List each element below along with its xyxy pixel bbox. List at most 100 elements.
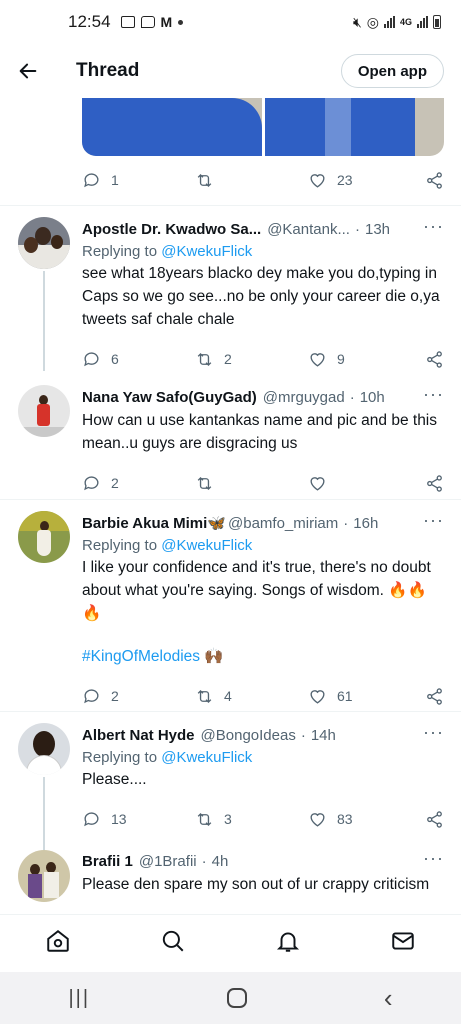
share-button[interactable] <box>425 810 444 829</box>
reply-button[interactable]: 6 <box>82 350 195 369</box>
avatar[interactable] <box>18 850 70 902</box>
retweet-icon <box>197 689 212 703</box>
more-options-icon[interactable]: ··· <box>423 217 444 235</box>
home-button[interactable] <box>45 928 71 959</box>
notifications-button[interactable] <box>275 928 301 959</box>
tweet-actions: 13 3 83 <box>82 805 444 833</box>
system-home-button[interactable] <box>226 988 247 1008</box>
heart-icon <box>310 812 325 827</box>
tweet-time[interactable]: 13h <box>365 221 390 238</box>
share-button[interactable] <box>425 474 444 493</box>
reply-count: 6 <box>111 351 119 367</box>
tweet-time[interactable]: 14h <box>311 727 336 744</box>
share-icon <box>427 810 442 828</box>
tweet-actions: 6 2 9 <box>82 345 444 373</box>
bottom-navigation <box>0 914 461 972</box>
replying-to-link[interactable]: @KwekuFlick <box>161 537 252 554</box>
search-button[interactable] <box>160 928 186 959</box>
replying-to: Replying to @KwekuFlick <box>82 537 253 554</box>
author-handle[interactable]: @mrguygad <box>263 389 345 406</box>
reply-icon <box>84 811 99 826</box>
author-name[interactable]: Apostle Dr. Kwadwo Sa... <box>82 221 261 238</box>
retweet-icon <box>197 476 212 490</box>
signal-icon <box>383 16 395 28</box>
author-name[interactable]: Brafii 1 <box>82 853 133 870</box>
retweet-button[interactable]: 3 <box>195 810 308 829</box>
status-notification-icons: M <box>120 14 184 30</box>
tweet-text: see what 18years blacko dey make you do,… <box>82 265 440 328</box>
chat-icon <box>140 16 155 28</box>
author-handle[interactable]: @Kantank... <box>267 221 350 238</box>
retweet-icon <box>197 352 212 366</box>
share-button[interactable] <box>425 687 444 706</box>
author-name[interactable]: Albert Nat Hyde <box>82 727 195 744</box>
more-options-icon[interactable]: ··· <box>423 723 444 741</box>
tweet-text: Please.... <box>82 771 147 788</box>
tweet[interactable]: Barbie Akua Mimi 🦋 @bamfo_miriam · 16h ·… <box>0 499 461 711</box>
tweet[interactable]: Albert Nat Hyde @BongoIdeas · 14h ··· Re… <box>0 711 461 852</box>
more-options-icon[interactable]: ··· <box>423 385 444 403</box>
tweet[interactable]: Apostle Dr. Kwadwo Sa... @Kantank... · 1… <box>0 205 461 371</box>
more-options-icon[interactable]: ··· <box>423 511 444 529</box>
tweet[interactable]: Brafii 1 @1Brafii · 4h ··· Please den sp… <box>0 841 461 914</box>
like-count: 83 <box>337 811 353 827</box>
like-button[interactable]: 9 <box>308 350 421 369</box>
reply-button[interactable]: 2 <box>82 687 195 706</box>
reply-button[interactable]: 13 <box>82 810 195 829</box>
media-image-1[interactable] <box>82 98 262 156</box>
like-button[interactable]: 23 <box>308 171 421 190</box>
system-navigation-bar: ||| ‹ <box>0 972 461 1024</box>
tweet[interactable]: Nana Yaw Safo(GuyGad) @mrguygad · 10h ··… <box>0 371 461 499</box>
heart-icon <box>310 689 325 704</box>
share-button[interactable] <box>425 350 444 369</box>
reply-button[interactable]: 2 <box>82 474 195 493</box>
arrow-left-icon <box>19 63 37 79</box>
status-bar: 12:54 M 🔇︎ ◎ 4G <box>0 0 461 44</box>
retweet-button[interactable] <box>195 474 308 493</box>
tweet-actions: 1 23 <box>82 166 444 194</box>
messages-button[interactable] <box>390 928 416 959</box>
retweet-icon <box>197 812 212 826</box>
tweet-time[interactable]: 10h <box>360 389 385 406</box>
share-icon <box>427 687 442 705</box>
system-back-button[interactable]: ‹ <box>384 983 393 1014</box>
like-button[interactable]: 61 <box>308 687 421 706</box>
avatar[interactable] <box>18 217 70 269</box>
like-count: 9 <box>337 351 345 367</box>
retweet-count: 2 <box>224 351 232 367</box>
retweet-button[interactable]: 2 <box>195 350 308 369</box>
reply-count: 1 <box>111 172 119 188</box>
replying-to-link[interactable]: @KwekuFlick <box>161 749 252 766</box>
author-handle[interactable]: @BongoIdeas <box>201 727 296 744</box>
replying-to-link[interactable]: @KwekuFlick <box>161 243 252 260</box>
tweet-time[interactable]: 16h <box>353 515 378 532</box>
messages-icon <box>392 932 415 950</box>
share-button[interactable] <box>425 171 444 190</box>
recent-apps-button[interactable]: ||| <box>68 987 90 1010</box>
tweet-time[interactable]: 4h <box>212 853 229 870</box>
tweet-media[interactable] <box>82 98 444 156</box>
back-button[interactable] <box>0 44 56 98</box>
retweet-button[interactable]: 4 <box>195 687 308 706</box>
author-handle[interactable]: @bamfo_miriam <box>228 515 338 532</box>
avatar[interactable] <box>18 385 70 437</box>
reply-icon <box>84 475 99 490</box>
author-handle[interactable]: @1Brafii <box>139 853 197 870</box>
hotspot-icon: ◎ <box>366 13 379 30</box>
like-button[interactable]: 83 <box>308 810 421 829</box>
like-button[interactable] <box>308 474 421 493</box>
open-app-button[interactable]: Open app <box>340 54 444 88</box>
replying-to: Replying to @KwekuFlick <box>82 243 253 260</box>
retweet-button[interactable] <box>195 171 308 190</box>
media-image-2[interactable] <box>264 98 444 156</box>
avatar[interactable] <box>18 723 70 775</box>
hashtag-link[interactable]: #KingOfMelodies <box>82 648 200 665</box>
reply-button[interactable]: 1 <box>82 171 195 190</box>
avatar[interactable] <box>18 511 70 563</box>
share-icon <box>427 171 442 189</box>
thread-header: Thread Open app <box>0 44 461 98</box>
heart-icon <box>310 352 325 367</box>
author-name[interactable]: Barbie Akua Mimi <box>82 515 207 532</box>
more-options-icon[interactable]: ··· <box>423 849 444 867</box>
author-name[interactable]: Nana Yaw Safo(GuyGad) <box>82 389 257 406</box>
